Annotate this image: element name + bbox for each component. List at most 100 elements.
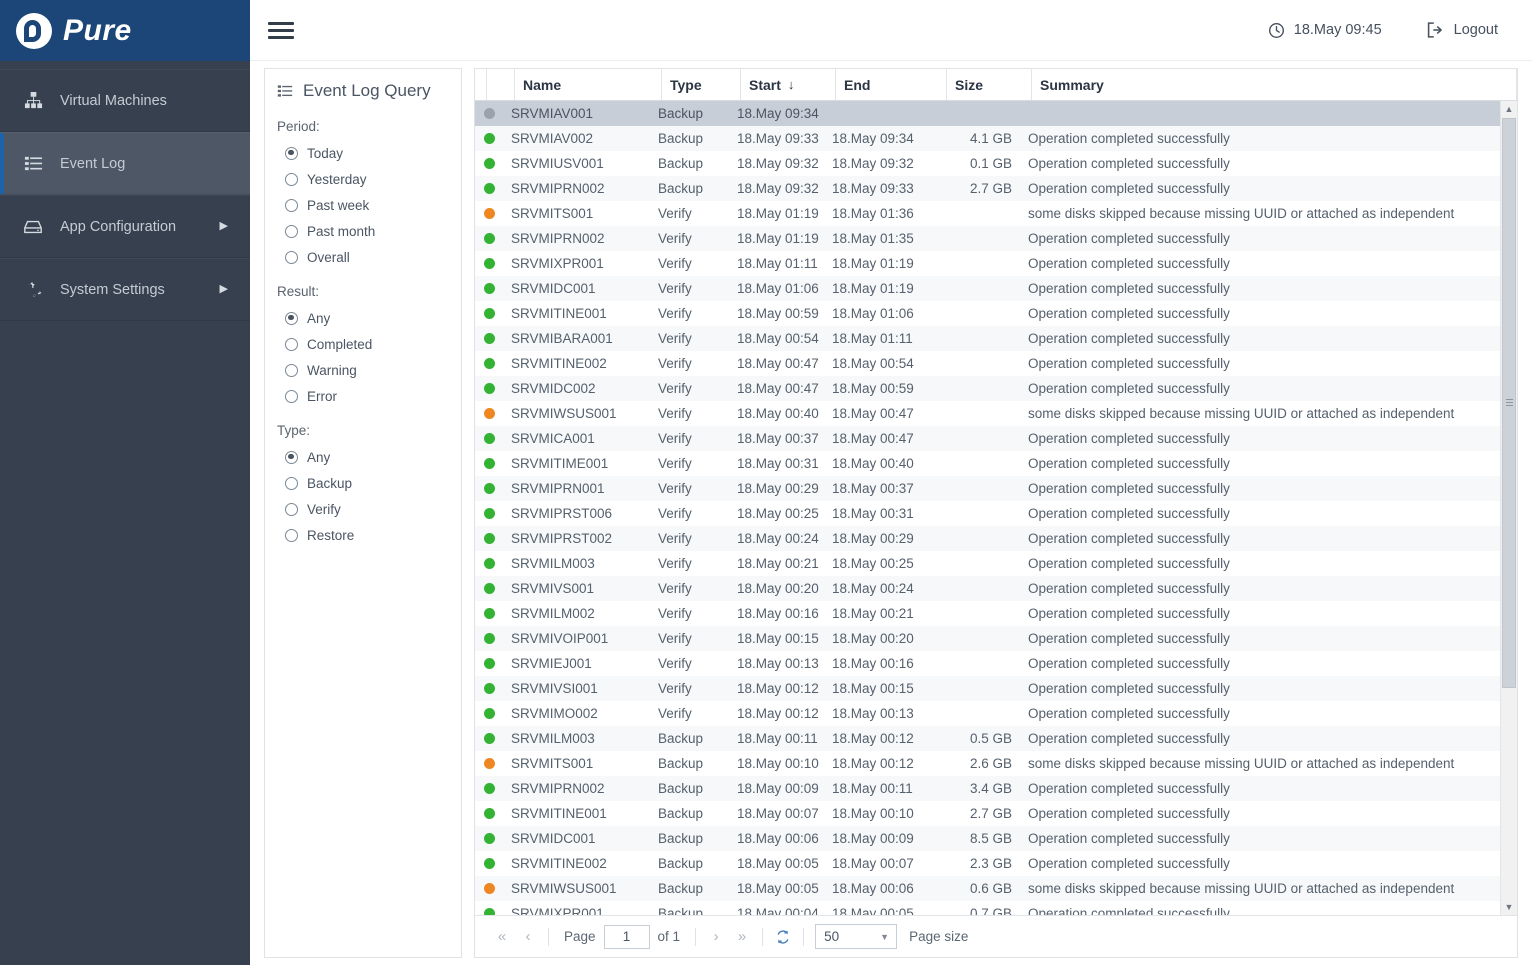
cell-name: SRVMIDC001 (511, 281, 596, 296)
status-indicator (475, 258, 503, 269)
cell-summary: Operation completed successfully (1028, 781, 1230, 796)
cell-type: Backup (658, 906, 704, 915)
table-row[interactable]: SRVMIXPR001 Backup 18.May 00:04 18.May 00:0… (475, 901, 1500, 915)
cell-type: Verify (658, 631, 692, 646)
column-header-start[interactable]: Start ↓ (741, 69, 836, 100)
table-row[interactable]: SRVMIAV002 Backup 18.May 09:33 18.May 09:34… (475, 126, 1500, 151)
radio-type-backup[interactable]: Backup (277, 470, 461, 496)
column-header-summary[interactable]: Summary (1032, 69, 1517, 100)
table-row[interactable]: SRVMIVSI001 Verify 18.May 00:12 18.May 00:1… (475, 676, 1500, 701)
cell-summary: Operation completed successfully (1028, 556, 1230, 571)
radio-result-any[interactable]: Any (277, 305, 461, 331)
logout-button[interactable]: Logout (1426, 21, 1498, 39)
column-header-name[interactable]: Name (515, 69, 662, 100)
radio-type-restore[interactable]: Restore (277, 522, 461, 548)
radio-period-past-week[interactable]: Past week (277, 192, 461, 218)
table-row[interactable]: SRVMIVS001 Verify 18.May 00:20 18.May 00:24… (475, 576, 1500, 601)
next-page-button[interactable]: › (703, 924, 729, 950)
sidebar-item-virtual-machines[interactable]: Virtual Machines (0, 69, 250, 132)
table-row[interactable]: SRVMIPRST006 Verify 18.May 00:25 18.May 00:… (475, 501, 1500, 526)
table-row[interactable]: SRVMIPRN002 Backup 18.May 09:32 18.May 09:3… (475, 176, 1500, 201)
first-page-button[interactable]: « (489, 924, 515, 950)
page-size-value: 50 (824, 929, 840, 944)
table-row[interactable]: SRVMIPRN002 Verify 18.May 01:19 18.May 01:3… (475, 226, 1500, 251)
table-row[interactable]: SRVMITINE001 Verify 18.May 00:59 18.May 01:… (475, 301, 1500, 326)
cell-end: 18.May 00:37 (832, 481, 914, 496)
radio-result-completed[interactable]: Completed (277, 331, 461, 357)
table-row[interactable]: SRVMITS001 Backup 18.May 00:10 18.May 00:12… (475, 751, 1500, 776)
table-row[interactable]: SRVMIWSUS001 Backup 18.May 00:05 18.May 00:… (475, 876, 1500, 901)
radio-result-error[interactable]: Error (277, 383, 461, 409)
status-indicator (475, 908, 503, 915)
table-row[interactable]: SRVMIAV001 Backup 18.May 09:34 (475, 101, 1500, 126)
column-header-end[interactable]: End (836, 69, 947, 100)
table-row[interactable]: SRVMIPRN001 Verify 18.May 00:29 18.May 00:3… (475, 476, 1500, 501)
cell-end: 18.May 00:06 (832, 881, 914, 896)
cell-name: SRVMIXPR001 (511, 906, 604, 915)
cell-name: SRVMITINE002 (511, 856, 607, 871)
pager-divider (548, 927, 549, 946)
sidebar-item-event-log[interactable]: Event Log (0, 132, 250, 195)
cell-end: 18.May 00:09 (832, 831, 914, 846)
radio-period-today[interactable]: Today (277, 140, 461, 166)
cell-start: 18.May 00:47 (737, 356, 819, 371)
refresh-icon[interactable] (770, 924, 796, 950)
table-row[interactable]: SRVMITIME001 Verify 18.May 00:31 18.May 00:… (475, 451, 1500, 476)
table-vertical-scrollbar[interactable]: ▲ ▼ (1500, 101, 1517, 915)
table-row[interactable]: SRVMIMO002 Verify 18.May 00:12 18.May 00:13… (475, 701, 1500, 726)
scroll-up-icon[interactable]: ▲ (1505, 101, 1514, 117)
cell-end: 18.May 00:59 (832, 381, 914, 396)
table-row[interactable]: SRVMILM003 Backup 18.May 00:11 18.May 00:12… (475, 726, 1500, 751)
filter-group-label: Result: (277, 284, 320, 299)
table-row[interactable]: SRVMITINE001 Backup 18.May 00:07 18.May 00:… (475, 801, 1500, 826)
cell-type: Verify (658, 281, 692, 296)
table-row[interactable]: SRVMIDC001 Verify 18.May 01:06 18.May 01:19… (475, 276, 1500, 301)
table-row[interactable]: SRVMITINE002 Backup 18.May 00:05 18.May 00:… (475, 851, 1500, 876)
table-row[interactable]: SRVMIDC001 Backup 18.May 00:06 18.May 00:09… (475, 826, 1500, 851)
table-row[interactable]: SRVMIBARA001 Verify 18.May 00:54 18.May 01:… (475, 326, 1500, 351)
table-row[interactable]: SRVMIVOIP001 Verify 18.May 00:15 18.May 00:… (475, 626, 1500, 651)
column-header-status[interactable] (487, 69, 515, 100)
table-row[interactable]: SRVMIPRN002 Backup 18.May 00:09 18.May 00:1… (475, 776, 1500, 801)
cell-name: SRVMIDC002 (511, 381, 596, 396)
table-row[interactable]: SRVMIPRST002 Verify 18.May 00:24 18.May 00:… (475, 526, 1500, 551)
sidebar-item-system-settings[interactable]: System Settings ▶ (0, 258, 250, 321)
scroll-down-icon[interactable]: ▼ (1505, 899, 1514, 915)
status-indicator (475, 383, 503, 394)
status-indicator (475, 233, 503, 244)
hamburger-icon[interactable] (268, 17, 294, 43)
cell-summary: some disks skipped because missing UUID … (1028, 881, 1455, 896)
status-indicator (475, 533, 503, 544)
column-header-size[interactable]: Size (947, 69, 1032, 100)
table-row[interactable]: SRVMITINE002 Verify 18.May 00:47 18.May 00:… (475, 351, 1500, 376)
radio-period-yesterday[interactable]: Yesterday (277, 166, 461, 192)
table-row[interactable]: SRVMICA001 Verify 18.May 00:37 18.May 00:47… (475, 426, 1500, 451)
radio-type-any[interactable]: Any (277, 444, 461, 470)
table-row[interactable]: SRVMILM002 Verify 18.May 00:16 18.May 00:21… (475, 601, 1500, 626)
radio-indicator (285, 363, 298, 377)
event-log-table-panel: Name Type Start ↓ End Size Summary SRVMI… (474, 68, 1518, 958)
cell-size: 2.7 GB (969, 181, 1012, 196)
table-row[interactable]: SRVMITS001 Verify 18.May 01:19 18.May 01:36… (475, 201, 1500, 226)
status-indicator (475, 808, 503, 819)
last-page-button[interactable]: » (729, 924, 755, 950)
cell-summary: Operation completed successfully (1028, 281, 1230, 296)
table-row[interactable]: SRVMIEJ001 Verify 18.May 00:13 18.May 00:16… (475, 651, 1500, 676)
column-header-type[interactable]: Type (662, 69, 741, 100)
table-row[interactable]: SRVMIUSV001 Backup 18.May 09:32 18.May 09:3… (475, 151, 1500, 176)
table-row[interactable]: SRVMIWSUS001 Verify 18.May 00:40 18.May 00:… (475, 401, 1500, 426)
table-row[interactable]: SRVMIDC002 Verify 18.May 00:47 18.May 00:59… (475, 376, 1500, 401)
radio-type-verify[interactable]: Verify (277, 496, 461, 522)
table-row[interactable]: SRVMILM003 Verify 18.May 00:21 18.May 00:25… (475, 551, 1500, 576)
sidebar-item-app-configuration[interactable]: App Configuration ▶ (0, 195, 250, 258)
cell-name: SRVMIVSI001 (511, 681, 598, 696)
radio-period-past-month[interactable]: Past month (277, 218, 461, 244)
radio-period-overall[interactable]: Overall (277, 244, 461, 270)
page-number-input[interactable] (603, 924, 650, 949)
previous-page-button[interactable]: ‹ (515, 924, 541, 950)
list-icon (18, 154, 48, 173)
radio-result-warning[interactable]: Warning (277, 357, 461, 383)
table-row[interactable]: SRVMIXPR001 Verify 18.May 01:11 18.May 01:1… (475, 251, 1500, 276)
page-size-select[interactable]: 50 ▼ (815, 924, 898, 949)
scrollbar-thumb[interactable] (1502, 118, 1516, 688)
